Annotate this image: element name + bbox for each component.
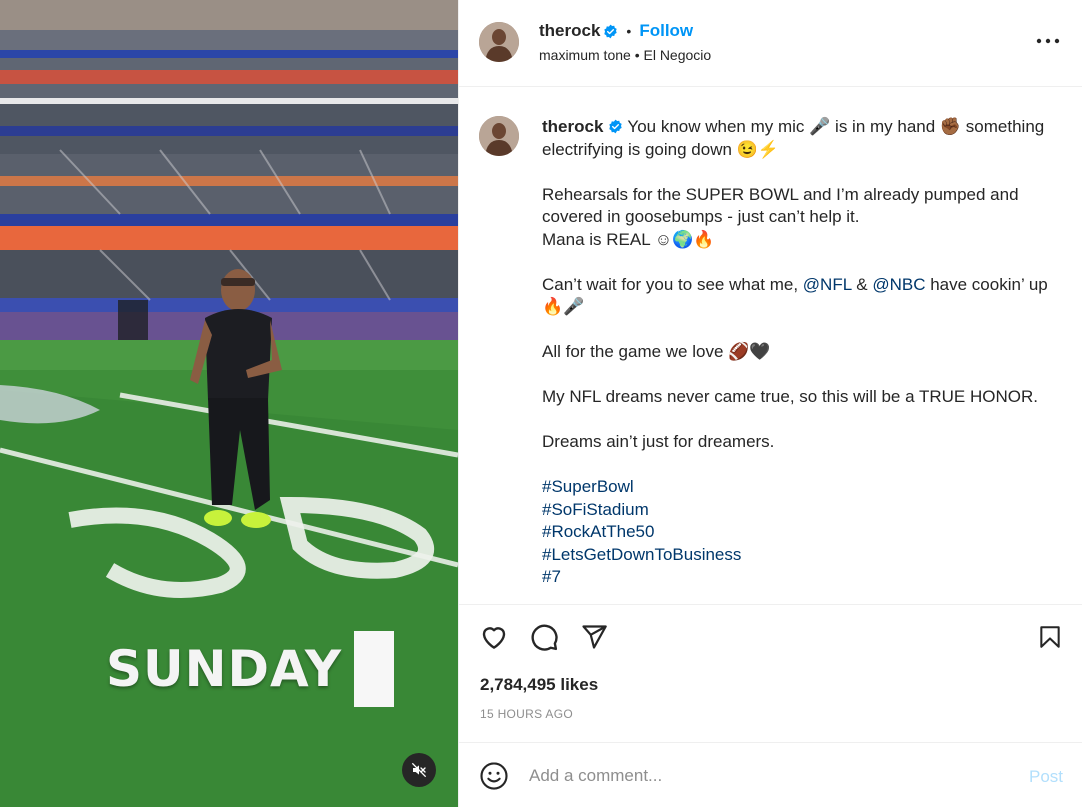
heart-icon: [482, 627, 506, 649]
caption-text: Can’t wait for you to see what me,: [542, 274, 803, 294]
separator-dot: •: [626, 23, 632, 39]
hashtag-link[interactable]: #LetsGetDownToBusiness: [542, 544, 1067, 567]
caption-paragraph: All for the game we love 🏈🖤: [542, 341, 1067, 364]
caption-text: My NFL dreams never came true, so this w…: [542, 387, 1038, 406]
save-button[interactable]: [1034, 621, 1066, 653]
share-icon: [582, 625, 607, 649]
bookmark-icon: [1040, 626, 1060, 648]
hashtag-link[interactable]: #SuperBowl: [542, 476, 1067, 499]
caption-paragraph: My NFL dreams never came true, so this w…: [542, 386, 1067, 409]
caption-username[interactable]: therock: [542, 117, 603, 136]
comment-bar: Post: [459, 742, 1082, 807]
audio-info-link[interactable]: maximum tone • El Negocio: [539, 47, 711, 63]
hashtag-link[interactable]: #7: [542, 566, 1067, 589]
emoji-icon: [480, 762, 508, 790]
share-button[interactable]: [578, 621, 610, 653]
like-button[interactable]: [478, 621, 510, 653]
caption-text: &: [851, 274, 873, 294]
mention-nbc[interactable]: @NBC: [872, 275, 925, 294]
post-caption: therock You know when my mic 🎤 is in my …: [542, 116, 1067, 589]
avatar[interactable]: [479, 116, 519, 156]
caption-paragraph: Dreams ain’t just for dreamers.: [542, 431, 1067, 454]
hashtag-list: #SuperBowl #SoFiStadium #RockAtThe50 #Le…: [542, 476, 1067, 589]
hashtag-link[interactable]: #RockAtThe50: [542, 521, 1067, 544]
verified-badge-icon: [609, 119, 623, 134]
mention-nfl[interactable]: @NFL: [803, 275, 852, 294]
video-caption-overlay: SUNDAY: [106, 640, 343, 698]
text-cursor-block: [354, 631, 394, 707]
post-header: therock • Follow maximum tone • El Negoc…: [459, 0, 1082, 87]
post-actions: 2,784,495 likes 15 HOURS AGO: [459, 604, 1082, 742]
speaker-muted-icon: [411, 762, 427, 778]
follow-button[interactable]: Follow: [639, 21, 693, 41]
comment-icon: [531, 624, 558, 651]
post-comment-button[interactable]: Post: [1029, 767, 1063, 787]
post-media[interactable]: SUNDAY: [0, 0, 458, 807]
mute-button[interactable]: [402, 753, 436, 787]
caption-text: Rehearsals for the SUPER BOWL and I’m al…: [542, 184, 1019, 227]
avatar[interactable]: [479, 22, 519, 62]
caption-paragraph: Rehearsals for the SUPER BOWL and I’m al…: [542, 184, 1067, 252]
header-username[interactable]: therock: [539, 21, 600, 41]
like-count[interactable]: 2,784,495 likes: [480, 675, 598, 695]
post-details-panel: therock • Follow maximum tone • El Negoc…: [458, 0, 1082, 807]
profile-photo-icon: [479, 116, 519, 156]
caption-paragraph: Can’t wait for you to see what me, @NFL …: [542, 274, 1067, 319]
hashtag-link[interactable]: #SoFiStadium: [542, 499, 1067, 522]
post-timestamp[interactable]: 15 HOURS AGO: [480, 707, 573, 721]
more-options-icon: [1036, 38, 1060, 44]
emoji-button[interactable]: [479, 761, 509, 791]
comment-button[interactable]: [528, 621, 560, 653]
caption-text: All for the game we love 🏈🖤: [542, 342, 771, 361]
caption-text: Dreams ain’t just for dreamers.: [542, 432, 775, 451]
more-options-button[interactable]: [1033, 28, 1063, 54]
verified-badge-icon: [604, 24, 618, 38]
caption-paragraph: therock You know when my mic 🎤 is in my …: [542, 116, 1067, 161]
caption-section: therock You know when my mic 🎤 is in my …: [459, 88, 1082, 603]
header-user-row: therock • Follow: [539, 21, 693, 41]
caption-text: Mana is REAL ☺🌍🔥: [542, 229, 715, 249]
comment-input[interactable]: [529, 763, 1009, 789]
profile-photo-icon: [479, 22, 519, 62]
